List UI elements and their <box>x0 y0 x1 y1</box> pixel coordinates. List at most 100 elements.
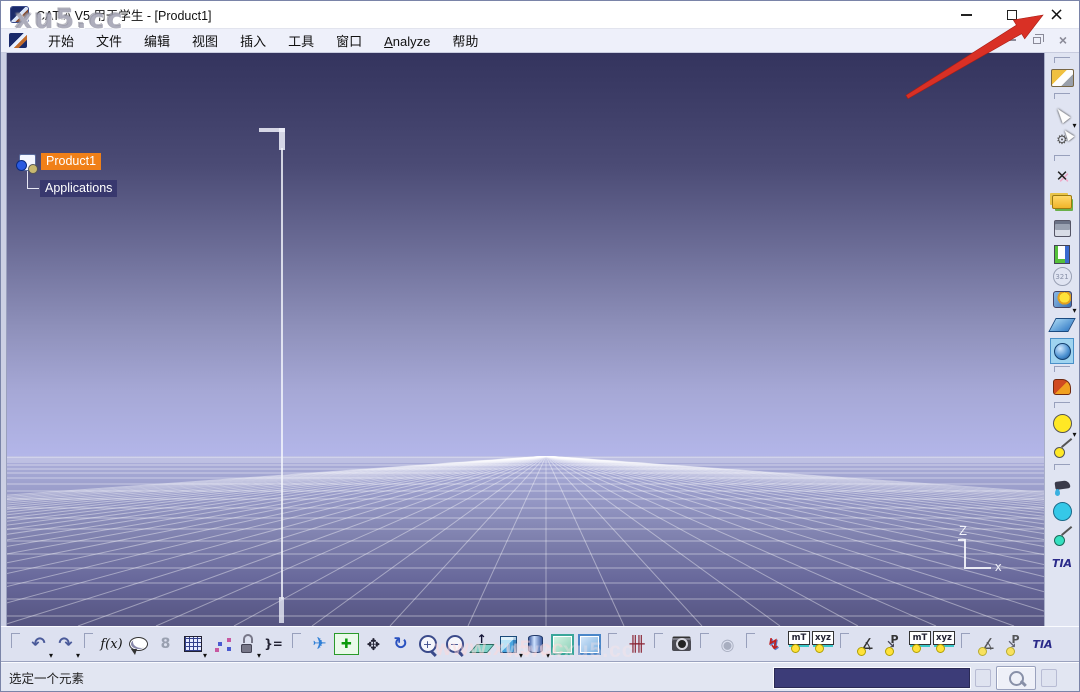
check-rule-icon[interactable]: }= <box>261 631 286 657</box>
maximize-button[interactable] <box>989 1 1034 29</box>
viewport-sky-gradient <box>7 53 1046 456</box>
point-yellow-icon[interactable] <box>1050 436 1075 462</box>
redo-icon[interactable]: ↷▾ <box>53 631 78 657</box>
menu-view[interactable]: 视图 <box>181 32 229 51</box>
tree-node-product1[interactable]: Product1 <box>41 153 101 170</box>
menu-start[interactable]: 开始 <box>37 32 85 51</box>
toolbar-separator <box>1054 464 1070 470</box>
toolbar-separator <box>292 633 301 648</box>
title-bar: CATIA V5 用于学生 - [Product1] × <box>1 1 1079 29</box>
mdi-controls: × <box>1001 31 1073 49</box>
product-icon[interactable] <box>19 154 36 171</box>
measure-inertia-icon[interactable]: ↯ <box>761 631 786 657</box>
sphere-view-icon[interactable] <box>1050 338 1074 364</box>
measure-item-2-icon[interactable]: xyz <box>933 631 955 645</box>
menu-edit[interactable]: 编辑 <box>133 32 181 51</box>
fit-all-icon[interactable]: ✚ <box>334 633 359 655</box>
power-input-magnifier-button[interactable] <box>996 666 1036 690</box>
render-style-icon[interactable]: ▾ <box>523 631 548 657</box>
toolbar-separator <box>1054 402 1070 408</box>
measure-point-icon[interactable]: P <box>882 631 907 657</box>
toolbar-separator <box>1054 366 1070 372</box>
history-circle-icon[interactable]: 321 <box>1053 267 1072 286</box>
point-cyan-icon[interactable] <box>1050 524 1075 550</box>
catia-window: CATIA V5 用于学生 - [Product1] × 开始文件编辑视图插入工… <box>0 0 1080 692</box>
axis-z-line <box>964 539 966 567</box>
tree-anchor-bottom <box>279 597 284 623</box>
zoom-out-icon[interactable] <box>442 631 467 657</box>
menu-help[interactable]: 帮助 <box>441 32 489 51</box>
menu-file[interactable]: 文件 <box>85 32 133 51</box>
undo-icon[interactable]: ↶▾ <box>26 631 51 657</box>
mdi-minimize-button[interactable] <box>1001 31 1021 49</box>
zoom-in-icon[interactable] <box>415 631 440 657</box>
rotate-icon[interactable]: ↻ <box>388 631 413 657</box>
minimize-button[interactable] <box>944 1 989 29</box>
fly-mode-icon[interactable]: ✈ <box>307 631 332 657</box>
command-aux-button[interactable] <box>975 669 991 687</box>
window-controls: × <box>944 1 1079 29</box>
status-corner-button[interactable] <box>1041 669 1057 687</box>
tree-node-applications[interactable]: Applications <box>40 180 117 197</box>
shading-icon[interactable]: ▾ <box>1050 286 1075 312</box>
measure-angle-icon[interactable]: ∡ <box>855 631 880 657</box>
toolbar-separator <box>84 633 93 648</box>
workspace: Product1 Applications Z x ▾✕321▾▾TIA <box>1 53 1079 626</box>
print-chart-icon[interactable] <box>1050 241 1075 267</box>
right-toolbar: ▾✕321▾▾TIA <box>1044 53 1079 626</box>
open-icon[interactable] <box>1050 189 1075 215</box>
measure-between-2-icon[interactable]: mT <box>909 631 931 645</box>
menu-analyze[interactable]: Analyze <box>373 32 441 51</box>
menu-window[interactable]: 窗口 <box>325 32 373 51</box>
comment-icon[interactable] <box>126 631 151 657</box>
spiral-icon[interactable]: ◉ <box>715 631 740 657</box>
select-arrow-icon[interactable]: ▾ <box>1050 101 1075 127</box>
menu-insert[interactable]: 插入 <box>229 32 277 51</box>
measure-item-icon[interactable]: xyz <box>812 631 834 645</box>
toolbar-separator <box>1054 155 1070 161</box>
tree-anchor-stub <box>279 128 285 150</box>
crossed-tools-icon[interactable]: ✕ <box>1050 163 1075 189</box>
menu-bar: 开始文件编辑视图插入工具窗口Analyze帮助 × <box>1 29 1079 53</box>
status-bar: 选定一个元素 <box>1 661 1079 692</box>
normal-view-icon[interactable]: ↑ <box>469 631 494 657</box>
faucet-icon[interactable] <box>1050 472 1075 498</box>
mdi-restore-button[interactable] <box>1027 31 1047 49</box>
iso-view-icon[interactable]: ▾ <box>496 631 521 657</box>
3d-viewport[interactable]: Product1 Applications Z x <box>7 53 1046 626</box>
mdi-restore-icon <box>1033 37 1041 44</box>
hide-show-icon[interactable] <box>550 631 575 657</box>
circle-yellow-icon[interactable]: ▾ <box>1050 410 1075 436</box>
lock-icon[interactable]: ▾ <box>234 631 259 657</box>
camera-icon[interactable] <box>669 631 694 657</box>
save-icon[interactable] <box>1050 215 1075 241</box>
link-icon[interactable]: 8 <box>153 631 178 657</box>
grid-frame-icon[interactable]: ╫╫ <box>623 631 648 657</box>
toolbar-separator <box>1054 57 1070 63</box>
measure-angle-3-icon[interactable]: ∡ <box>976 631 1001 657</box>
manipulation-tool-icon[interactable] <box>1050 374 1075 400</box>
redo-icon-dropdown[interactable]: ▾ <box>76 651 80 660</box>
bottom-toolbar: ↶▾↷▾f(x)8▾▾}=✈✚✥↻↑▾▾╫╫◉↯mTxyz∡PmTxyz∡PTI… <box>1 626 1079 661</box>
start-menu-icon[interactable] <box>9 33 27 48</box>
toolbar-separator <box>11 633 20 648</box>
tree-anchor-line[interactable] <box>281 148 283 599</box>
close-button[interactable]: × <box>1034 1 1079 29</box>
formula-icon[interactable]: f(x) <box>99 631 124 657</box>
plane-icon[interactable] <box>1050 312 1075 338</box>
swap-visible-space-icon[interactable] <box>577 631 602 657</box>
design-table-icon[interactable]: ▾ <box>180 631 205 657</box>
workbench-icon[interactable] <box>1050 65 1075 91</box>
mdi-close-button[interactable]: × <box>1053 31 1073 49</box>
toolbar-separator <box>608 633 617 648</box>
measure-point-3-icon[interactable]: P <box>1003 631 1028 657</box>
toolbar-separator <box>961 633 970 648</box>
relations-icon[interactable] <box>207 631 232 657</box>
select-filter-icon[interactable] <box>1050 127 1075 153</box>
command-input[interactable] <box>774 668 970 688</box>
measure-between-icon[interactable]: mT <box>788 631 810 645</box>
circle-cyan-icon[interactable] <box>1050 498 1075 524</box>
pan-icon[interactable]: ✥ <box>361 631 386 657</box>
mdi-minimize-icon <box>1007 39 1016 41</box>
menu-tools[interactable]: 工具 <box>277 32 325 51</box>
